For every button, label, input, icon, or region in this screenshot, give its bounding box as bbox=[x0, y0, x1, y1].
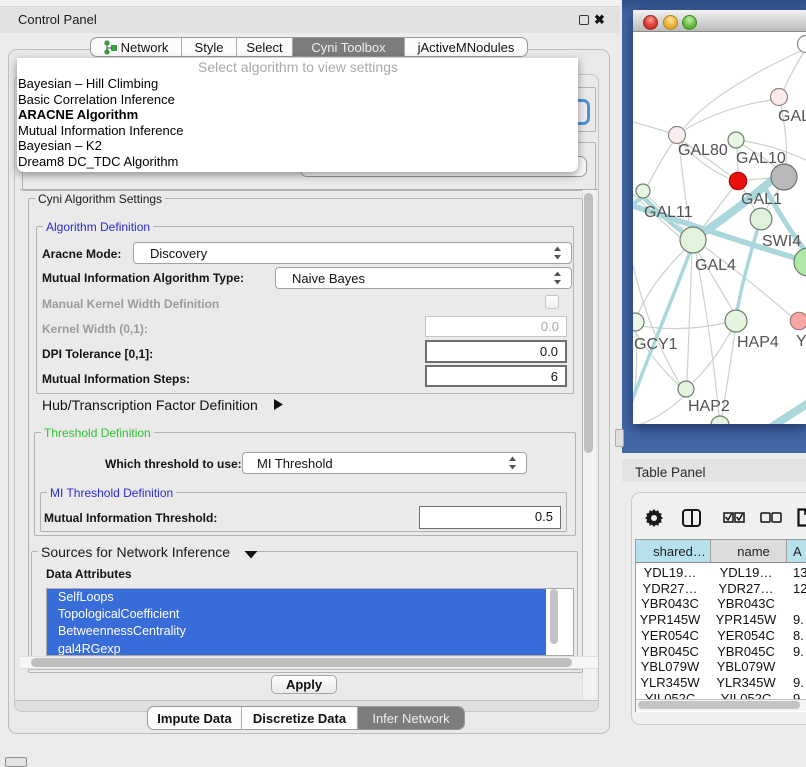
svg-text:GAL80: GAL80 bbox=[678, 142, 728, 159]
svg-text:GCY1: GCY1 bbox=[634, 336, 678, 353]
svg-text:GAL11: GAL11 bbox=[644, 204, 693, 221]
svg-text:SWI4: SWI4 bbox=[762, 233, 801, 250]
svg-text:GAL10: GAL10 bbox=[736, 150, 786, 167]
svg-text:HAP2: HAP2 bbox=[688, 398, 730, 415]
svg-text:Y: Y bbox=[796, 333, 806, 350]
svg-text:GAL4: GAL4 bbox=[695, 257, 736, 274]
svg-text:HAP4: HAP4 bbox=[737, 334, 779, 351]
svg-text:GAL1: GAL1 bbox=[741, 191, 782, 208]
svg-text:GAL: GAL bbox=[778, 108, 806, 125]
